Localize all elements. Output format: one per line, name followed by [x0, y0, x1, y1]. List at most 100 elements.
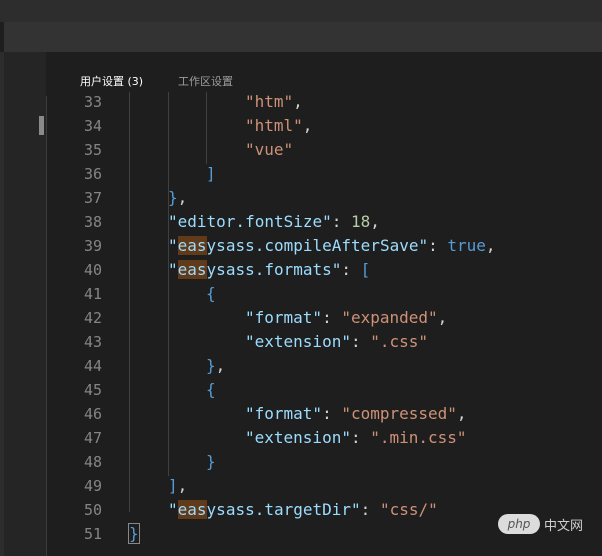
line-number: 42	[83, 309, 102, 327]
line-text: "html",	[245, 114, 312, 138]
code-token: }	[168, 188, 178, 207]
line-number: 41	[83, 285, 102, 303]
code-token: :	[360, 500, 380, 519]
code-token: {	[206, 284, 216, 303]
line-number: 50	[83, 501, 102, 519]
line-text: {	[206, 378, 216, 402]
code-line[interactable]: 40 "easysass.formats": [	[0, 258, 602, 282]
code-token: ,	[293, 92, 303, 111]
code-token: "	[168, 236, 178, 255]
line-number: 37	[83, 189, 102, 207]
code-line[interactable]: 36]	[0, 162, 602, 186]
line-text: },	[206, 354, 225, 378]
window-top-bar	[0, 0, 602, 22]
code-token: "compressed"	[341, 404, 457, 423]
line-number: 34	[83, 117, 102, 135]
line-text: "editor.fontSize": 18,	[168, 210, 380, 234]
code-token: ,	[370, 212, 380, 231]
line-text: "vue"	[245, 138, 293, 162]
tab-workspace-settings[interactable]: 工作区设置	[178, 73, 233, 89]
line-number: 39	[83, 237, 102, 255]
title-bar	[4, 22, 602, 52]
code-editor[interactable]: 33 "htm", 34 "html", 35 "vue" 36] 37}, 38 "editor…	[0, 92, 602, 556]
code-token: [	[360, 260, 371, 279]
code-line[interactable]: 48}	[0, 450, 602, 474]
code-token: :	[350, 428, 371, 447]
line-number: 36	[83, 165, 102, 183]
line-number: 51	[83, 525, 102, 543]
code-token: "editor.fontSize"	[168, 212, 332, 231]
line-text: "easysass.formats": [	[168, 258, 370, 282]
line-text: "extension": ".min.css"	[245, 426, 467, 450]
code-token: ]	[168, 476, 178, 495]
code-token: :	[341, 260, 361, 279]
code-token: ,	[437, 308, 448, 327]
code-line[interactable]: 49],	[0, 474, 602, 498]
code-line[interactable]: 39 "easysass.compileAfterSave": true,	[0, 234, 602, 258]
code-token: :	[350, 332, 371, 351]
code-token: ,	[302, 116, 313, 135]
line-text: }	[128, 522, 140, 546]
line-number: 44	[83, 357, 102, 375]
line-number: 46	[83, 405, 102, 423]
line-number: 35	[83, 141, 102, 159]
code-token: "htm"	[245, 92, 294, 111]
line-number: 47	[83, 429, 102, 447]
code-token: ysass.formats"	[206, 260, 342, 279]
code-line[interactable]: 37},	[0, 186, 602, 210]
code-token: ,	[177, 188, 188, 207]
code-token: "extension"	[245, 428, 351, 447]
code-line[interactable]: 44},	[0, 354, 602, 378]
code-token: "expanded"	[341, 308, 438, 327]
tab-user-settings[interactable]: 用户设置 (3)	[80, 73, 143, 89]
code-line[interactable]: 38 "editor.fontSize": 18,	[0, 210, 602, 234]
line-number: 45	[83, 381, 102, 399]
code-token: ".min.css"	[370, 428, 467, 447]
line-text: }	[206, 450, 216, 474]
line-text: },	[168, 186, 187, 210]
watermark-text: 中文网	[544, 519, 584, 534]
code-token: :	[322, 404, 342, 423]
code-token: ,	[215, 356, 226, 375]
code-line[interactable]: 45 {	[0, 378, 602, 402]
code-token: ,	[177, 476, 188, 495]
code-token: {	[206, 380, 216, 399]
line-number: 48	[83, 453, 102, 471]
settings-tabs: 用户设置 (3) 工作区设置	[46, 66, 602, 94]
code-line[interactable]: 33 "htm",	[0, 92, 602, 114]
line-number: 38	[83, 213, 102, 231]
watermark: php 中文网	[498, 510, 598, 538]
code-line[interactable]: 35 "vue"	[0, 138, 602, 162]
search-match: eas	[177, 500, 207, 519]
code-line[interactable]: 46 "format": "compressed",	[0, 402, 602, 426]
code-line[interactable]: 47 "extension": ".min.css"	[0, 426, 602, 450]
code-line[interactable]: 41 {	[0, 282, 602, 306]
line-text: "easysass.targetDir": "css/"	[168, 498, 438, 522]
code-token: }	[128, 523, 140, 544]
code-line[interactable]: 42 "format": "expanded",	[0, 306, 602, 330]
line-text: ]	[206, 162, 216, 186]
code-token: :	[428, 236, 448, 255]
code-token: }	[206, 452, 216, 471]
line-number: 33	[83, 93, 102, 111]
line-text: "extension": ".css"	[245, 330, 428, 354]
code-token: ysass.compileAfterSave"	[206, 236, 429, 255]
code-line[interactable]: 43 "extension": ".css"	[0, 330, 602, 354]
code-token: "format"	[245, 404, 323, 423]
search-match: eas	[177, 260, 207, 279]
line-text: "easysass.compileAfterSave": true,	[168, 234, 496, 258]
search-match: eas	[177, 236, 207, 255]
line-text: {	[206, 282, 216, 306]
line-number: 49	[83, 477, 102, 495]
code-token: }	[206, 356, 216, 375]
code-token: :	[322, 308, 342, 327]
code-token: ,	[456, 404, 467, 423]
line-text: "format": "compressed",	[245, 402, 467, 426]
code-token: ]	[206, 164, 216, 183]
code-token: "format"	[245, 308, 323, 327]
code-token: "	[168, 260, 178, 279]
line-text: "htm",	[245, 92, 303, 114]
code-line[interactable]: 34 "html",	[0, 114, 602, 138]
line-text: "format": "expanded",	[245, 306, 447, 330]
watermark-logo: php	[498, 514, 540, 534]
